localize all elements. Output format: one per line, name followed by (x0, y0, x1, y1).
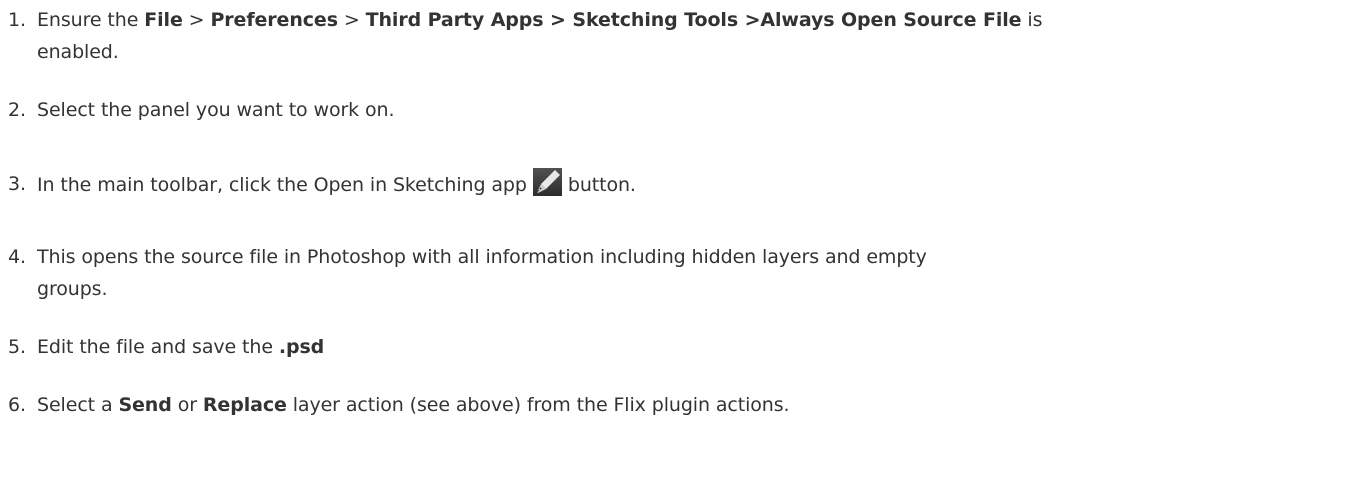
file-extension: .psd (278, 336, 325, 358)
step-text: Ensure the File > Preferences > Third Pa… (37, 4, 1360, 36)
step-suffix: is (1021, 9, 1043, 31)
step-number: 5. (8, 336, 26, 358)
step-text-continuation: enabled. (37, 41, 119, 63)
step-text: In the main toolbar, click the Open in S… (37, 168, 1360, 201)
step-number: 6. (8, 394, 26, 416)
step-text: Edit the file and save the .psd (37, 331, 1360, 363)
action-replace: Replace (202, 394, 287, 416)
path-separator: > (182, 9, 211, 31)
action-send: Send (118, 394, 172, 416)
instruction-document: 1. Ensure the File > Preferences > Third… (0, 0, 1371, 487)
step-prefix: Edit the file and save the (37, 336, 279, 358)
path-separator: > (337, 9, 366, 31)
menu-file: File (144, 9, 183, 31)
step-text: Select the panel you want to work on. (37, 99, 395, 121)
menu-preferences: Preferences (210, 9, 338, 31)
step-text-before-icon: In the main toolbar, click the Open in S… (37, 174, 527, 196)
step-prefix: Select a (37, 394, 119, 416)
step-suffix: layer action (see above) from the Flix p… (286, 394, 790, 416)
step-number: 4. (8, 246, 26, 268)
step-prefix: Ensure the (37, 9, 145, 31)
step-text: This opens the source file in Photoshop … (37, 246, 927, 268)
step-number: 1. (8, 9, 26, 31)
pen-nib-icon (532, 168, 562, 196)
step-text-continuation: groups. (37, 278, 108, 300)
step-text: Select a Send or Replace layer action (s… (37, 389, 1360, 421)
step-number: 2. (8, 99, 26, 121)
step-middle: or (171, 394, 203, 416)
menu-third-party-apps-path: Third Party Apps > Sketching Tools >Alwa… (365, 9, 1022, 31)
step-number: 3. (8, 173, 26, 195)
step-text-after-icon: button. (567, 174, 636, 196)
